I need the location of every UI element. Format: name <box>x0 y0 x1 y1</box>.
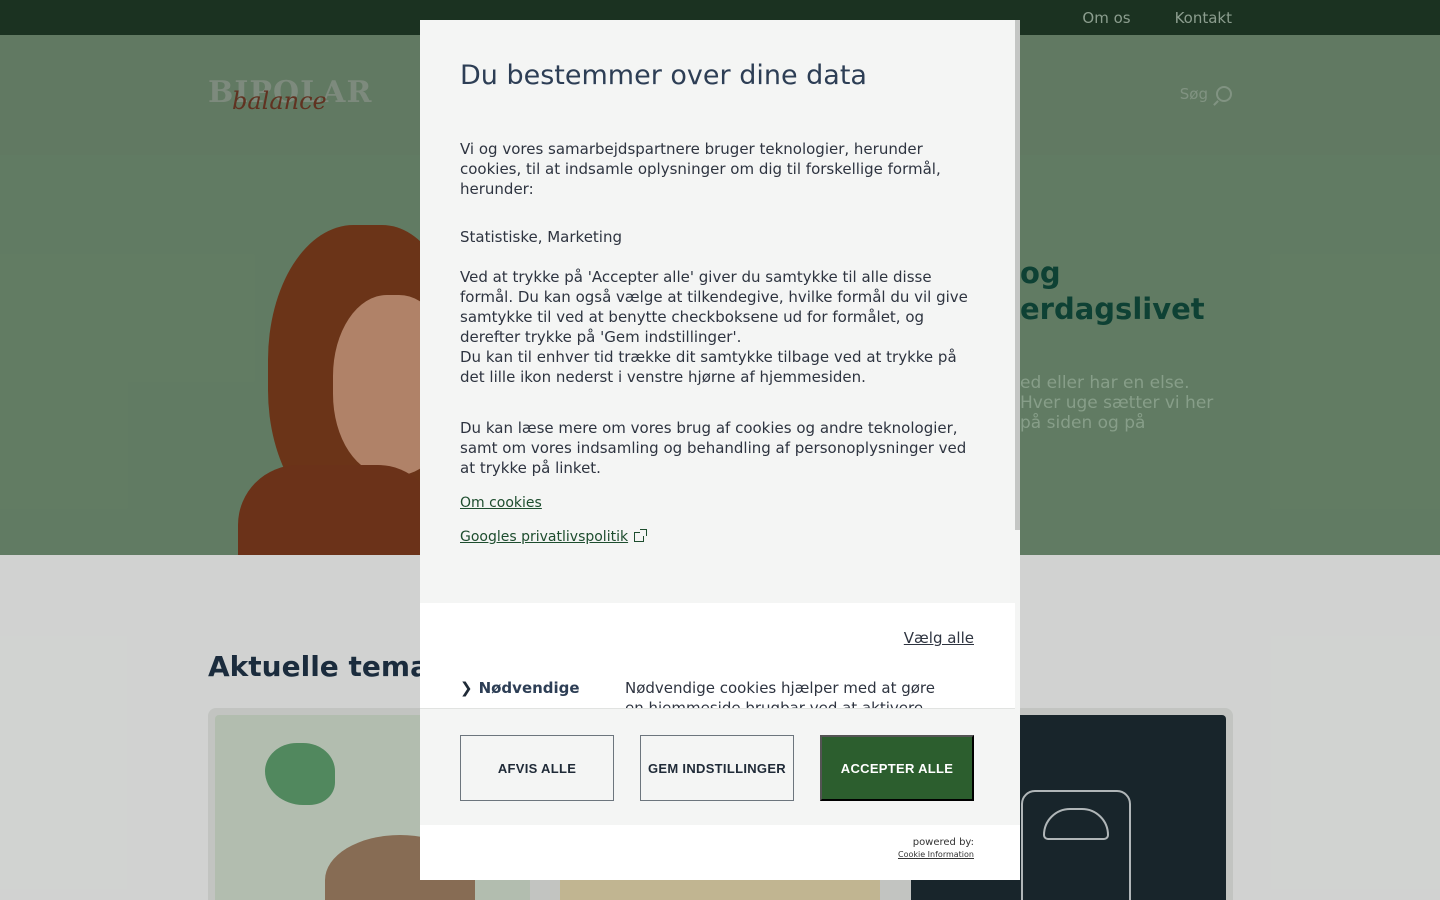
google-privacy-link[interactable]: Googles privatlivspolitik <box>460 529 648 545</box>
cookie-consent-dialog: Du bestemmer over dine data Vi og vores … <box>420 20 1020 880</box>
consent-footer: powered by: Cookie Information <box>420 825 1020 880</box>
external-link-icon <box>634 529 648 542</box>
cookie-information-link[interactable]: Cookie Information <box>898 849 974 861</box>
consent-read-more: Du kan læse mere om vores brug af cookie… <box>460 419 967 477</box>
consent-buttons: AFVIS ALLE GEM INDSTILLINGER ACCEPTER AL… <box>420 708 1015 825</box>
powered-by: powered by: Cookie Information <box>898 837 974 861</box>
modal-scrollbar[interactable] <box>1015 20 1020 530</box>
reject-all-button[interactable]: AFVIS ALLE <box>460 735 614 801</box>
category-name: Nødvendige <box>478 679 580 697</box>
google-privacy-label: Googles privatlivspolitik <box>460 529 629 545</box>
consent-intro: Vi og vores samarbejdspartnere bruger te… <box>460 140 941 198</box>
category-toggle-necessary[interactable]: ❯ Nødvendige <box>460 679 580 697</box>
select-all-link[interactable]: Vælg alle <box>904 629 974 647</box>
consent-purposes: Statistiske, Marketing <box>460 228 622 246</box>
consent-accept-info: Ved at trykke på 'Accepter alle' giver d… <box>460 268 968 386</box>
category-description: Nødvendige cookies hjælper med at gøre e… <box>625 679 935 711</box>
consent-title: Du bestemmer over dine data <box>460 60 867 91</box>
about-cookies-link[interactable]: Om cookies <box>460 495 542 511</box>
powered-by-label: powered by: <box>912 837 974 848</box>
accept-all-button[interactable]: ACCEPTER ALLE <box>820 735 974 801</box>
consent-settings: Vælg alle ❯ Nødvendige Nødvendige cookie… <box>420 603 1015 711</box>
save-settings-button[interactable]: GEM INDSTILLINGER <box>640 735 794 801</box>
chevron-right-icon: ❯ <box>460 679 473 697</box>
